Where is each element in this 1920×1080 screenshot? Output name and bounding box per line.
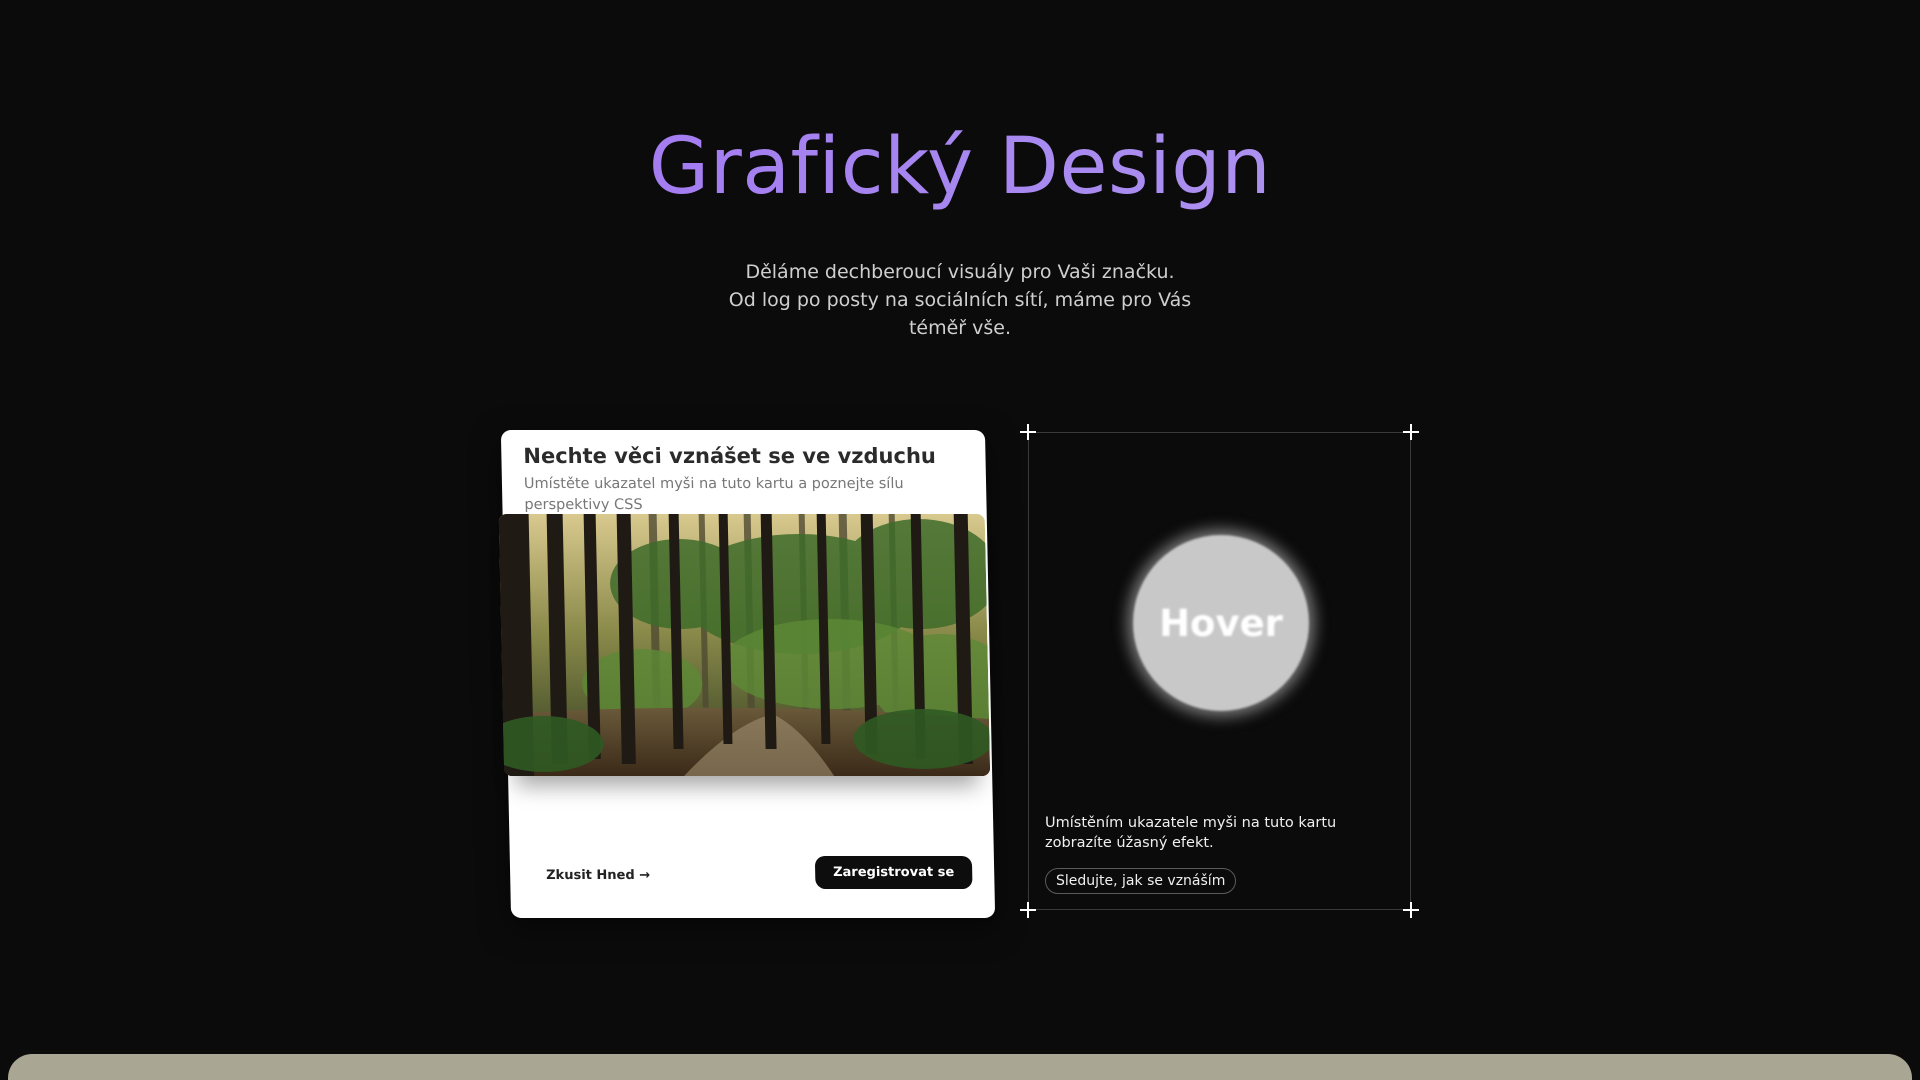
register-button[interactable]: Zaregistrovat se xyxy=(814,855,973,889)
hover-card-description: Umístěním ukazatele myši na tuto kartu z… xyxy=(1045,815,1337,851)
page: Grafický Design Děláme dechberoucí visuá… xyxy=(0,0,1920,1080)
subtitle-line-2: Od log po posty na sociálních sítí, máme… xyxy=(728,289,1192,339)
try-now-link[interactable]: Zkusit Hned → xyxy=(546,868,650,883)
tilt-card-title: Nechte věci vznášet se ve vzduchu xyxy=(523,444,937,469)
tilt-card-description: Umístěte ukazatel myši na tuto kartu a p… xyxy=(523,476,904,514)
bottom-panel xyxy=(8,1054,1912,1080)
hover-orb[interactable]: Hover xyxy=(1133,535,1309,711)
corner-plus-icon xyxy=(1020,902,1036,918)
subtitle-line-1: Děláme dechberoucí visuály pro Vaši znač… xyxy=(745,261,1175,283)
page-subtitle: Děláme dechberoucí visuály pro Vaši znač… xyxy=(700,258,1220,342)
forest-image xyxy=(498,514,991,776)
corner-plus-icon xyxy=(1020,424,1036,440)
tilt-card[interactable]: Nechte věci vznášet se ve vzduchu Umístě… xyxy=(498,430,996,918)
forest-illustration xyxy=(498,514,991,776)
hover-card-pill[interactable]: Sledujte, jak se vznáším xyxy=(1045,868,1237,894)
corner-plus-icon xyxy=(1403,424,1419,440)
hover-orb-label: Hover xyxy=(1159,601,1283,645)
page-title: Grafický Design xyxy=(0,122,1920,212)
hover-card[interactable]: Hover Umístěním ukazatele myši na tuto k… xyxy=(1020,424,1419,918)
corner-plus-icon xyxy=(1403,902,1419,918)
